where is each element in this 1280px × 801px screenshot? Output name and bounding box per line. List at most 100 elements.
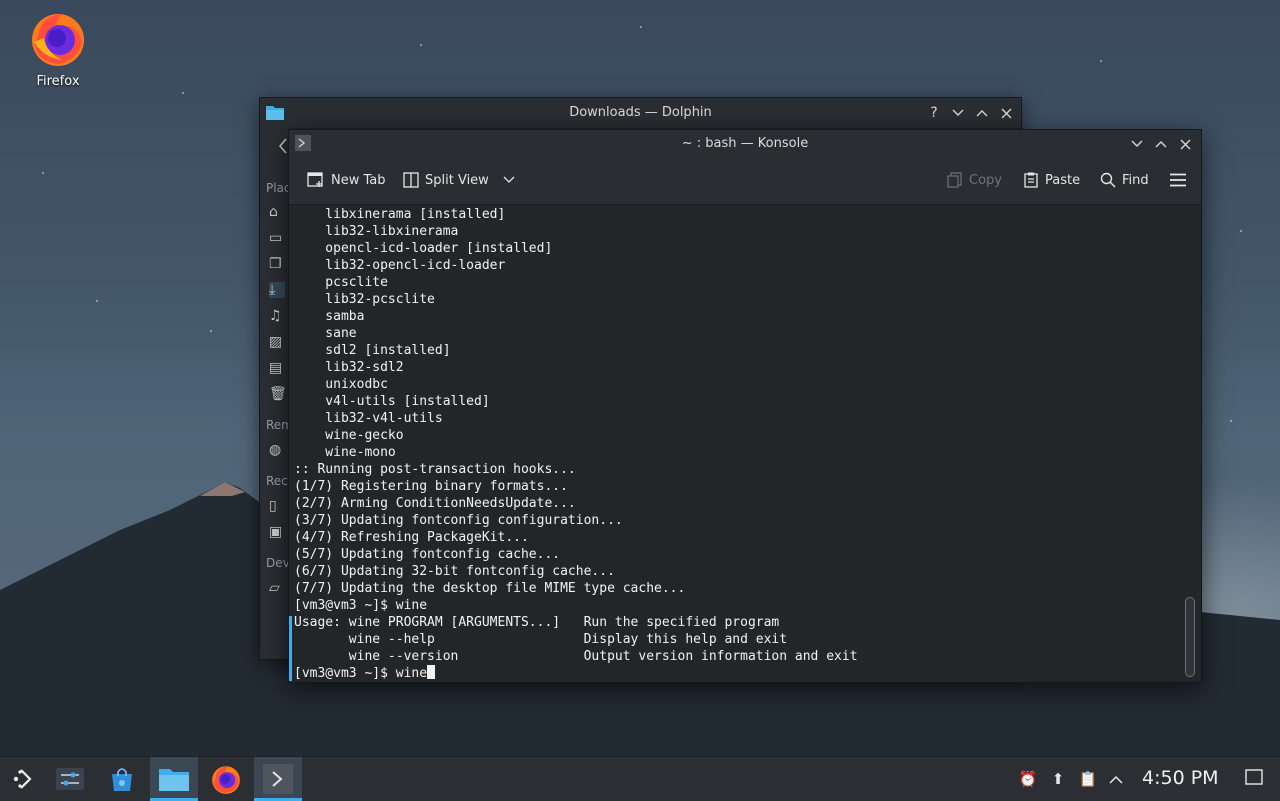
notifications-icon[interactable]: ⏰ (1018, 769, 1038, 789)
close-icon (1001, 108, 1011, 118)
task-dolphin[interactable] (150, 757, 198, 801)
terminal-prompt-line[interactable]: [vm3@vm3 ~]$ wine (294, 665, 436, 682)
terminal-line: (6/7) Updating 32-bit fontconfig cache..… (294, 564, 615, 579)
firefox-icon (32, 14, 84, 66)
terminal-line: lib32-libxinerama (294, 224, 459, 239)
terminal-line: Usage: wine PROGRAM [ARGUMENTS...] Run t… (294, 615, 780, 630)
paste-button[interactable]: Paste (1023, 172, 1080, 188)
chevron-down-icon (1131, 140, 1143, 147)
dolphin-title: Downloads — Dolphin (569, 105, 712, 120)
minimize-button[interactable] (1127, 134, 1147, 154)
new-tab-label: New Tab (331, 172, 386, 188)
recent-files-icon[interactable]: ▯ (269, 498, 285, 514)
hamburger-menu-icon (1170, 173, 1186, 187)
terminal-line: opencl-icd-loader [installed] (294, 241, 553, 256)
close-button[interactable] (996, 103, 1016, 123)
terminal-line: (4/7) Refreshing PackageKit... (294, 530, 529, 545)
updates-icon[interactable]: ⬆ (1048, 769, 1068, 789)
terminal-line: pcsclite (294, 275, 388, 290)
terminal-line: wine-gecko (294, 428, 404, 443)
split-view-button[interactable]: Split View (403, 172, 515, 188)
chevron-up-icon (1155, 141, 1167, 148)
dolphin-titlebar[interactable]: Downloads — Dolphin ? (260, 98, 1021, 128)
terminal-line: (2/7) Arming ConditionNeedsUpdate... (294, 496, 576, 511)
recent-label: Rec (266, 474, 288, 488)
terminal-line: unixodbc (294, 377, 388, 392)
network-icon[interactable]: ◍ (269, 442, 285, 458)
show-desktop-icon (1245, 769, 1263, 785)
downloads-icon[interactable]: ⤓ (269, 282, 285, 298)
clipboard-icon[interactable]: 📋 (1078, 769, 1098, 789)
terminal-line: (1/7) Registering binary formats... (294, 479, 568, 494)
task-firefox[interactable] (202, 757, 250, 801)
copy-button[interactable]: Copy (947, 172, 1002, 188)
new-tab-button[interactable]: New Tab (307, 172, 386, 188)
konsole-title: ~ : bash — Konsole (681, 136, 809, 151)
paste-label: Paste (1045, 172, 1081, 188)
taskbar: ⏰ ⬆ 📋 4:50 PM (0, 756, 1280, 801)
text-cursor (427, 665, 436, 679)
split-view-label: Split View (425, 172, 489, 188)
clock[interactable]: 4:50 PM (1142, 767, 1219, 789)
videos-icon[interactable]: ▤ (269, 360, 285, 376)
close-icon (1180, 139, 1190, 149)
documents-icon[interactable]: ❐ (269, 256, 285, 272)
terminal-line: sdl2 [installed] (294, 343, 451, 358)
terminal-line: (3/7) Updating fontconfig configuration.… (294, 513, 623, 528)
paste-icon (1024, 172, 1038, 188)
hamburger-menu-button[interactable] (1169, 173, 1187, 187)
terminal-line: samba (294, 309, 365, 324)
task-system-settings[interactable] (46, 757, 94, 801)
terminal-line: libxinerama [installed] (294, 207, 506, 222)
scrollbar-thumb[interactable] (1185, 597, 1195, 677)
desktop: Firefox Downloads — Dolphin ? Plac ⌂ ▭ ❐ (0, 0, 1280, 756)
terminal-line: v4l-utils [installed] (294, 394, 490, 409)
terminal-line: wine --help Display this help and exit (294, 632, 788, 647)
back-arrow-icon[interactable] (278, 138, 288, 154)
settings-sliders-icon (56, 768, 84, 790)
copy-label: Copy (969, 172, 1002, 188)
new-tab-icon (307, 172, 323, 187)
terminal-output[interactable]: libxinerama [installed] lib32-libxineram… (289, 205, 1179, 682)
terminal-line: (5/7) Updating fontconfig cache... (294, 547, 561, 562)
minimize-button[interactable] (948, 103, 968, 123)
maximize-button[interactable] (1151, 134, 1171, 154)
close-button[interactable] (1175, 134, 1195, 154)
chevron-up-icon (976, 110, 988, 117)
pictures-icon[interactable]: ▨ (269, 334, 285, 350)
steamdeck-launcher-icon (13, 769, 32, 789)
task-konsole[interactable] (254, 757, 302, 801)
search-icon (1100, 172, 1116, 188)
terminal-scrollbar[interactable] (1179, 205, 1201, 682)
split-view-icon (403, 172, 419, 188)
music-icon[interactable]: ♫ (269, 308, 285, 324)
devices-label: Dev (266, 556, 290, 570)
terminal-line: sane (294, 326, 357, 341)
home-icon[interactable]: ⌂ (269, 204, 285, 220)
dolphin-places-panel: Plac ⌂ ▭ ❐ ⤓ ♫ ▨ ▤ 🗑 Rem ◍ Rec ▯ ▣ Dev ▱ (260, 128, 293, 659)
terminal-line: [vm3@vm3 ~]$ wine (294, 598, 428, 613)
application-launcher-button[interactable] (0, 757, 48, 801)
drive-icon[interactable]: ▱ (269, 580, 285, 596)
folder-icon (159, 769, 189, 791)
recent-locations-icon[interactable]: ▣ (269, 524, 285, 540)
chevron-down-icon (503, 176, 515, 183)
desktop-icon-label: Firefox (36, 74, 80, 89)
copy-icon (947, 172, 962, 188)
konsole-toolbar: New Tab Split View Copy Paste Find (289, 158, 1201, 205)
desktop-icon[interactable]: ▭ (269, 230, 285, 246)
task-discover[interactable] (98, 757, 146, 801)
prompt-text: [vm3@vm3 ~]$ wine (294, 666, 428, 681)
find-button[interactable]: Find (1100, 172, 1149, 188)
konsole-titlebar[interactable]: ~ : bash — Konsole (289, 130, 1201, 158)
trash-icon[interactable]: 🗑 (269, 386, 287, 402)
maximize-button[interactable] (972, 103, 992, 123)
show-desktop-button[interactable] (1244, 769, 1264, 789)
terminal-line: lib32-opencl-icd-loader (294, 258, 506, 273)
tray-expand-icon[interactable] (1106, 769, 1126, 789)
help-button[interactable]: ? (924, 103, 944, 123)
places-label: Plac (266, 181, 291, 195)
konsole-window[interactable]: ~ : bash — Konsole New Tab Split View Co… (288, 129, 1202, 683)
chevron-up-icon (1109, 775, 1123, 784)
desktop-icon-firefox[interactable]: Firefox (20, 8, 96, 89)
